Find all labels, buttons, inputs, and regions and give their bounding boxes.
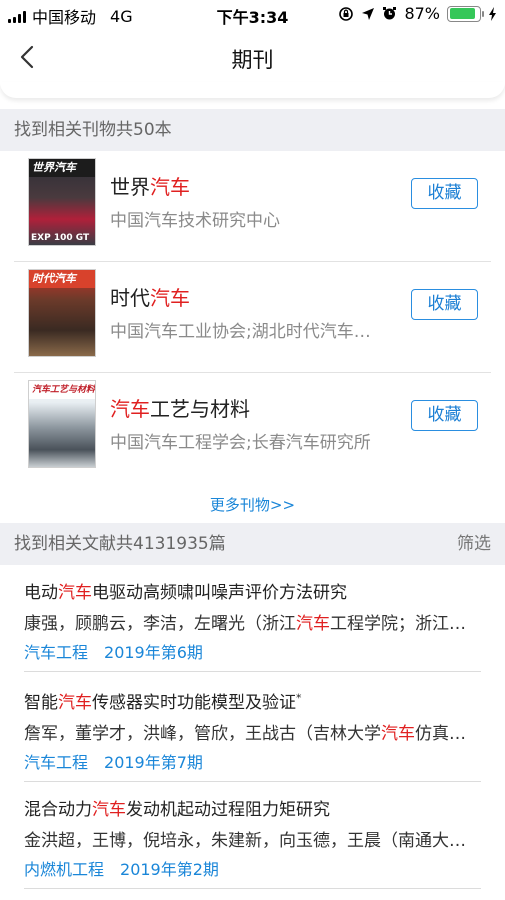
journal-title[interactable]: 时代汽车 (110, 282, 190, 311)
article-title[interactable]: 电动汽车电驱动高频啸叫噪声评价方法研究 (24, 578, 484, 603)
article-authors: 詹军，董学才，洪峰，管欣，王战古（吉林大学汽车仿真… (24, 724, 466, 744)
screen-lock-icon (339, 6, 354, 21)
status-bar: 中国移动 4G 下午3:34 87% (0, 0, 505, 30)
alarm-icon (383, 7, 397, 20)
search-panel-edge (0, 82, 505, 98)
article-journal[interactable]: 汽车工程 (24, 643, 88, 662)
collect-button[interactable]: 收藏 (411, 400, 478, 431)
article-issue[interactable]: 2019年第6期 (104, 643, 203, 662)
divider (24, 888, 481, 889)
journal-publisher: 中国汽车工程学会;长春汽车研究所 (110, 433, 371, 453)
location-icon (362, 7, 375, 20)
article-title[interactable]: 混合动力汽车发动机起动过程阻力矩研究 (24, 795, 484, 820)
journal-publisher: 中国汽车工业协会;湖北时代汽车… (110, 322, 371, 342)
filter-button[interactable]: 筛选 (457, 523, 491, 565)
charging-icon (489, 6, 496, 21)
journal-cover[interactable]: 世界汽车 EXP 100 GT (28, 158, 96, 246)
article-source: 汽车工程 2019年第6期 (24, 639, 203, 663)
journal-item[interactable]: 世界汽车 EXP 100 GT 世界汽车 中国汽车技术研究中心 收藏 (0, 151, 505, 262)
journal-title[interactable]: 世界汽车 (110, 171, 190, 200)
article-source: 汽车工程 2019年第7期 (24, 749, 203, 773)
collect-button[interactable]: 收藏 (411, 178, 478, 209)
journal-section-header: 找到相关刊物共50本 (0, 109, 505, 151)
journal-item[interactable]: 汽车工艺与材料 汽车工艺与材料 中国汽车工程学会;长春汽车研究所 收藏 (0, 373, 505, 484)
article-item[interactable]: 智能汽车传感器实时功能模型及验证* 詹军，董学才，洪峰，管欣，王战古（吉林大学汽… (0, 672, 505, 782)
battery-percent: 87% (404, 4, 440, 23)
article-item[interactable]: 混合动力汽车发动机起动过程阻力矩研究 金洪超，王博，倪培永，朱建新，向玉德，王晨… (0, 779, 505, 889)
journal-title[interactable]: 汽车工艺与材料 (110, 393, 250, 422)
article-issue[interactable]: 2019年第2期 (120, 860, 219, 879)
article-journal[interactable]: 内燃机工程 (24, 860, 104, 879)
article-journal[interactable]: 汽车工程 (24, 753, 88, 772)
article-title[interactable]: 智能汽车传感器实时功能模型及验证* (24, 688, 484, 713)
article-authors: 康强，顾鹏云，李洁，左曙光（浙江汽车工程学院；浙江… (24, 614, 466, 634)
nav-bar: 期刊 (0, 30, 505, 86)
article-count-label: 找到相关文献共4131935篇 (14, 534, 226, 554)
journal-publisher: 中国汽车技术研究中心 (110, 211, 280, 231)
journal-cover[interactable]: 时代汽车 (28, 269, 96, 357)
collect-button[interactable]: 收藏 (411, 289, 478, 320)
article-source: 内燃机工程 2019年第2期 (24, 856, 219, 880)
more-journals-link[interactable]: 更多刊物>> (0, 494, 505, 515)
journal-cover[interactable]: 汽车工艺与材料 (28, 380, 96, 468)
battery-icon (447, 5, 484, 22)
article-item[interactable]: 电动汽车电驱动高频啸叫噪声评价方法研究 康强，顾鹏云，李洁，左曙光（浙江汽车工程… (0, 562, 505, 672)
journal-count-label: 找到相关刊物共50本 (14, 120, 172, 140)
article-authors: 金洪超，王博，倪培永，朱建新，向玉德，王晨（南通大… (24, 831, 466, 851)
article-issue[interactable]: 2019年第7期 (104, 753, 203, 772)
journal-item[interactable]: 时代汽车 时代汽车 中国汽车工业协会;湖北时代汽车… 收藏 (0, 262, 505, 373)
status-right: 87% (338, 4, 497, 23)
page-title: 期刊 (231, 48, 274, 72)
article-section-header: 找到相关文献共4131935篇 筛选 (0, 523, 505, 565)
